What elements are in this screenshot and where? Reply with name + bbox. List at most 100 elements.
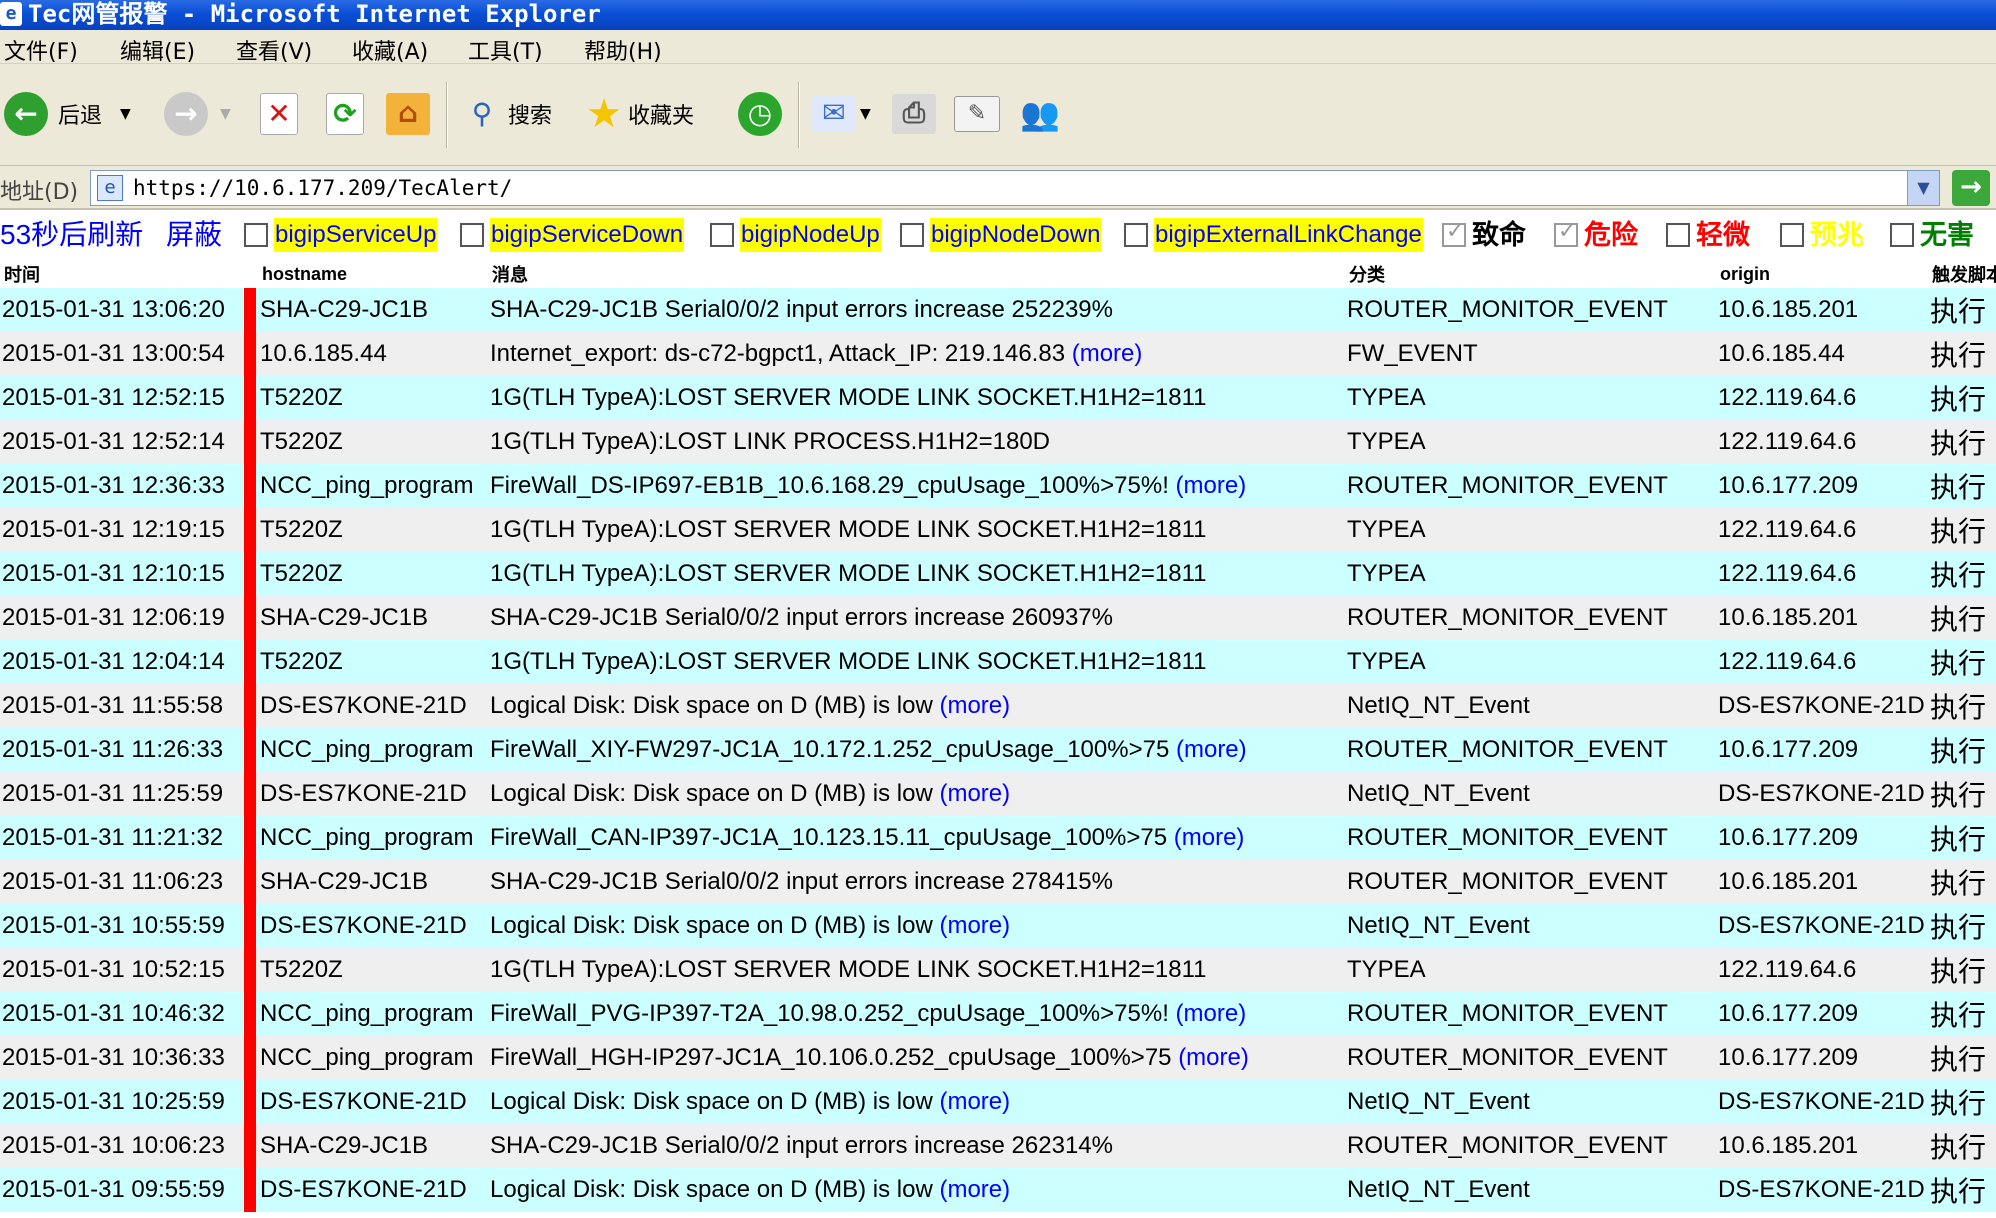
cell-action[interactable]: 执行 (1928, 1124, 1996, 1168)
cell-action[interactable]: 执行 (1928, 728, 1996, 772)
header-category[interactable]: 分类 (1345, 260, 1716, 288)
address-dropdown-icon[interactable]: ▼ (1907, 171, 1939, 205)
cell-severity (244, 904, 258, 948)
more-link[interactable]: (more) (1176, 736, 1247, 763)
cell-action[interactable]: 执行 (1928, 596, 1996, 640)
cell-action[interactable]: 执行 (1928, 288, 1996, 332)
cell-action[interactable]: 执行 (1928, 816, 1996, 860)
mail-dropdown-icon[interactable]: ▼ (860, 106, 871, 122)
cell-hostname: DS-ES7KONE-21D (258, 904, 488, 948)
address-bar: 地址(D) e https://10.6.177.209/TecAlert/ ▼… (0, 166, 1996, 210)
menu-file[interactable]: 文件(F) (4, 34, 78, 66)
filter-checkbox-bigipServiceDown[interactable] (460, 223, 484, 247)
address-input[interactable]: e https://10.6.177.209/TecAlert/ ▼ (90, 170, 1940, 206)
filter-checkbox-bigipServiceUp[interactable] (244, 223, 268, 247)
severity-checkbox-minor[interactable] (1666, 223, 1690, 247)
favorites-button[interactable]: ★ 收藏夹 (582, 64, 694, 164)
message-text: 1G(TLH TypeA):LOST SERVER MODE LINK SOCK… (490, 956, 1207, 983)
filter-checkbox-bigipNodeUp[interactable] (710, 223, 734, 247)
cell-action[interactable]: 执行 (1928, 420, 1996, 464)
mail-button[interactable]: ✉ ▼ (812, 64, 871, 164)
forward-dropdown-icon[interactable]: ▼ (220, 106, 231, 122)
cell-action[interactable]: 执行 (1928, 772, 1996, 816)
cell-origin: 122.119.64.6 (1716, 552, 1928, 596)
menu-view[interactable]: 查看(V) (236, 34, 312, 66)
cell-severity (244, 1168, 258, 1212)
cell-action[interactable]: 执行 (1928, 552, 1996, 596)
more-link[interactable]: (more) (939, 1176, 1010, 1203)
cell-action[interactable]: 执行 (1928, 1168, 1996, 1212)
more-link[interactable]: (more) (939, 1088, 1010, 1115)
filter-checkbox-bigipExternalLinkChange[interactable] (1124, 223, 1148, 247)
message-text: Logical Disk: Disk space on D (MB) is lo… (490, 692, 933, 719)
header-message[interactable]: 消息 (488, 260, 1345, 288)
cell-action[interactable]: 执行 (1928, 860, 1996, 904)
back-dropdown-icon[interactable]: ▼ (120, 106, 131, 122)
print-button[interactable]: ⎙ (892, 64, 936, 164)
cell-time: 2015-01-31 10:25:59 (0, 1080, 244, 1124)
cell-action[interactable]: 执行 (1928, 684, 1996, 728)
address-url[interactable]: https://10.6.177.209/TecAlert/ (133, 176, 512, 200)
go-button[interactable]: → (1952, 170, 1990, 206)
menu-favorites[interactable]: 收藏(A) (352, 34, 428, 66)
search-label: 搜索 (508, 104, 553, 129)
mail-icon: ✉ (812, 96, 856, 132)
menu-bar: 文件(F) 编辑(E) 查看(V) 收藏(A) 工具(T) 帮助(H) (0, 30, 1996, 66)
cell-action[interactable]: 执行 (1928, 904, 1996, 948)
header-origin[interactable]: origin (1716, 260, 1928, 288)
refresh-button[interactable]: ⟳ (326, 64, 364, 164)
severity-checkbox-critical[interactable] (1554, 219, 1578, 247)
menu-help[interactable]: 帮助(H) (584, 34, 662, 66)
more-link[interactable]: (more) (939, 912, 1010, 939)
cell-action[interactable]: 执行 (1928, 376, 1996, 420)
cell-hostname: NCC_ping_program (258, 728, 488, 772)
messenger-button[interactable]: 👥 (1018, 64, 1062, 164)
header-hostname[interactable]: hostname (258, 260, 488, 288)
menu-edit[interactable]: 编辑(E) (120, 34, 195, 66)
cell-time: 2015-01-31 12:36:33 (0, 464, 244, 508)
cell-category: TYPEA (1345, 640, 1716, 684)
message-text: 1G(TLH TypeA):LOST SERVER MODE LINK SOCK… (490, 384, 1207, 411)
header-action[interactable]: 触发脚本 (1928, 260, 1996, 288)
more-link[interactable]: (more) (1176, 1000, 1247, 1027)
cell-hostname: T5220Z (258, 948, 488, 992)
severity-checkbox-fatal[interactable] (1442, 219, 1466, 247)
cell-action[interactable]: 执行 (1928, 1036, 1996, 1080)
home-button[interactable]: ⌂ (386, 64, 430, 164)
menu-tools[interactable]: 工具(T) (468, 34, 543, 66)
more-link[interactable]: (more) (939, 780, 1010, 807)
cell-time: 2015-01-31 10:46:32 (0, 992, 244, 1036)
search-button[interactable]: ⚲ 搜索 (460, 64, 552, 164)
cell-action[interactable]: 执行 (1928, 1080, 1996, 1124)
cell-severity (244, 288, 258, 332)
header-time[interactable]: 时间 (0, 260, 244, 288)
forward-button[interactable]: → ▼ (164, 64, 231, 164)
stop-button[interactable]: ✕ (260, 64, 298, 164)
cell-time: 2015-01-31 11:25:59 (0, 772, 244, 816)
cell-time: 2015-01-31 10:52:15 (0, 948, 244, 992)
severity-checkbox-warning[interactable] (1780, 223, 1804, 247)
severity-checkbox-harmless[interactable] (1890, 223, 1914, 247)
more-link[interactable]: (more) (1176, 472, 1247, 499)
message-text: SHA-C29-JC1B Serial0/0/2 input errors in… (490, 1132, 1113, 1159)
cell-action[interactable]: 执行 (1928, 948, 1996, 992)
severity-indicator (244, 1124, 256, 1168)
history-button[interactable]: ◷ (738, 64, 782, 164)
cell-action[interactable]: 执行 (1928, 332, 1996, 376)
cell-hostname: T5220Z (258, 376, 488, 420)
more-link[interactable]: (more) (939, 692, 1010, 719)
severity-indicator (244, 1168, 256, 1212)
edit-button[interactable]: ✎ (954, 64, 1000, 164)
back-button[interactable]: ← 后退 ▼ (4, 64, 131, 164)
more-link[interactable]: (more) (1072, 340, 1143, 367)
cell-action[interactable]: 执行 (1928, 464, 1996, 508)
cell-time: 2015-01-31 12:19:15 (0, 508, 244, 552)
filter-checkbox-bigipNodeDown[interactable] (900, 223, 924, 247)
severity-indicator (244, 640, 256, 684)
more-link[interactable]: (more) (1178, 1044, 1249, 1071)
cell-action[interactable]: 执行 (1928, 508, 1996, 552)
more-link[interactable]: (more) (1174, 824, 1245, 851)
cell-action[interactable]: 执行 (1928, 992, 1996, 1036)
mask-link[interactable]: 屏蔽 (166, 218, 222, 252)
cell-action[interactable]: 执行 (1928, 640, 1996, 684)
